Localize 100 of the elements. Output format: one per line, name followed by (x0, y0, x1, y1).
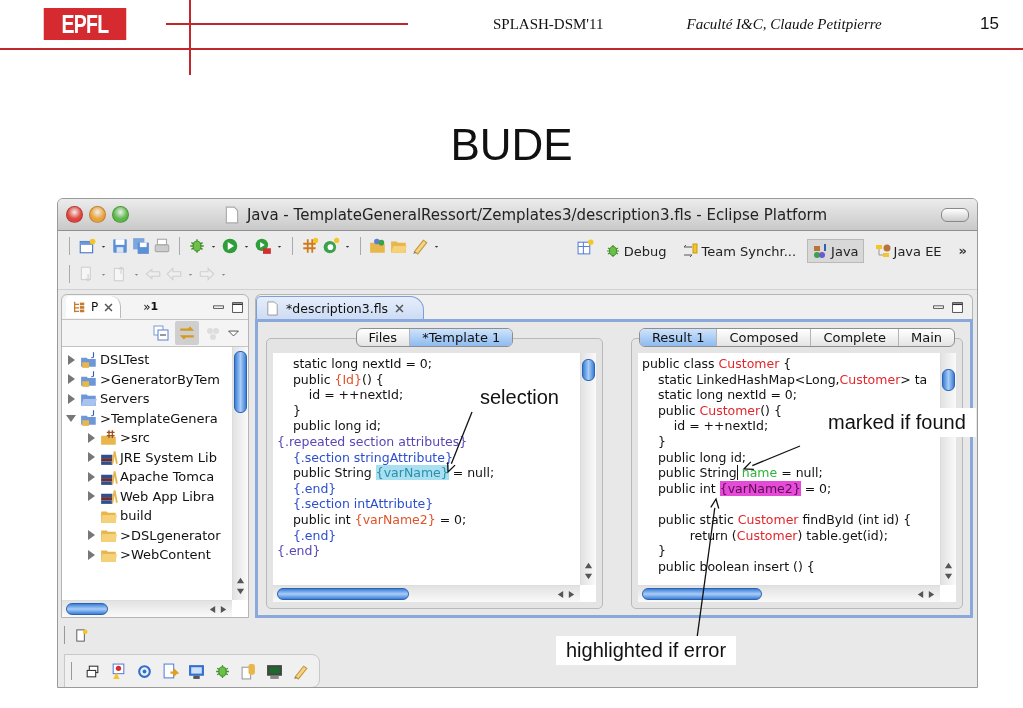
scrollbar-thumb[interactable] (642, 588, 762, 600)
scroll-down-icon[interactable] (944, 572, 953, 581)
terminal-icon[interactable] (266, 662, 283, 680)
scroll-up-icon[interactable] (236, 576, 245, 585)
zoom-light[interactable] (112, 206, 129, 223)
code-line: public {Id}() { (291, 371, 384, 388)
tree-item[interactable]: >WebContent (120, 547, 211, 563)
window-title: Java - TemplateGeneralRessort/Zemplates3/description3.fls - Eclipse Platform (246, 205, 828, 224)
epfl-logo: EPFL (43, 8, 127, 40)
close-light[interactable] (66, 206, 83, 223)
horizontal-scrollbar[interactable] (638, 585, 940, 602)
code-line: static LinkedHashMap<Long,Customer> ta (656, 371, 928, 388)
tree-item[interactable]: >DSLgenerator (120, 527, 221, 543)
tree-view-icon (72, 300, 86, 314)
page-number: 15 (980, 14, 999, 34)
expand-arrow-icon[interactable] (86, 491, 96, 502)
scroll-right-icon[interactable] (219, 604, 228, 614)
scroll-up-icon[interactable] (944, 561, 953, 570)
new-window-icon[interactable] (78, 237, 96, 255)
tree-item[interactable]: Apache Tomca (120, 469, 215, 485)
grid-plus-icon[interactable] (301, 237, 319, 255)
tree-item[interactable]: DSLTest (100, 352, 150, 368)
expand-arrow-icon[interactable] (66, 354, 76, 365)
target-icon[interactable] (136, 662, 153, 680)
pane-tab[interactable]: Composed (717, 329, 812, 346)
vertical-scrollbar[interactable] (232, 347, 248, 600)
minimize-light[interactable] (89, 206, 106, 223)
document-arrow-icon[interactable] (162, 662, 179, 680)
expand-arrow-icon[interactable] (86, 432, 96, 443)
code-line: public Customer() { (656, 402, 782, 419)
perspective-button[interactable]: Java (807, 239, 864, 263)
scrollbar-thumb[interactable] (942, 369, 955, 391)
more-perspectives[interactable]: » (952, 239, 967, 258)
table-plus-icon[interactable] (576, 239, 594, 256)
perspective-button[interactable]: Debug (599, 239, 672, 263)
expand-arrow-icon[interactable] (66, 413, 76, 424)
run-icon[interactable] (221, 237, 239, 255)
scroll-down-icon[interactable] (236, 587, 245, 596)
package-folder-icon (100, 428, 118, 447)
new-view-icon[interactable] (74, 627, 89, 643)
expand-arrow-icon[interactable] (86, 452, 96, 463)
scroll-left-icon[interactable] (208, 604, 217, 614)
scrollbar-thumb[interactable] (234, 351, 247, 413)
tree-item[interactable]: Web App Libra (120, 488, 215, 504)
maximize-icon[interactable] (951, 300, 964, 314)
horizontal-scrollbar[interactable] (273, 585, 580, 602)
scroll-down-icon[interactable] (584, 572, 593, 581)
maximize-icon[interactable] (231, 300, 244, 314)
bean-network-icon (874, 243, 891, 259)
tree-item[interactable]: build (120, 508, 152, 524)
close-icon[interactable] (394, 302, 406, 314)
tree-item[interactable]: Servers (100, 391, 150, 407)
bug-icon[interactable] (214, 662, 231, 680)
code-line: {.end} (291, 527, 337, 544)
pane-tab[interactable]: Complete (811, 329, 900, 346)
expand-arrow-icon[interactable] (66, 393, 76, 404)
oval-button[interactable] (941, 207, 969, 222)
expand-arrow-icon[interactable] (66, 374, 76, 385)
vertical-scrollbar[interactable] (580, 353, 596, 585)
expand-arrow-icon[interactable] (86, 549, 96, 560)
scroll-left-icon[interactable] (916, 589, 925, 599)
code-line: {.section intAttribute} (291, 496, 434, 512)
scrollbar-thumb[interactable] (582, 359, 595, 381)
scrollbar-thumb[interactable] (66, 603, 108, 615)
collapse-all-icon[interactable] (153, 325, 169, 341)
editor-tab[interactable]: *description3.fls (256, 296, 425, 319)
scroll-right-icon[interactable] (927, 589, 936, 599)
scroll-up-icon[interactable] (584, 561, 593, 570)
perspective-button[interactable]: Team Synchr... (677, 239, 802, 263)
tree-item[interactable]: JRE System Lib (120, 449, 217, 465)
tree-item[interactable]: >TemplateGenera (100, 410, 218, 426)
code-line: public String {varName} = null; (291, 465, 495, 481)
scroll-left-icon[interactable] (556, 589, 565, 599)
folder-balls-icon[interactable] (369, 237, 387, 255)
save-all-icon[interactable] (132, 237, 150, 255)
pane-tab[interactable]: *Template 1 (410, 329, 513, 346)
view-tab[interactable]: P (66, 296, 122, 318)
perspective-button[interactable]: Java EE (869, 239, 947, 263)
scroll-right-icon[interactable] (567, 589, 576, 599)
annotation-label: highlighted if error (556, 636, 737, 665)
expand-arrow-icon[interactable] (86, 530, 96, 541)
save-icon[interactable] (111, 237, 129, 255)
code-line: static long nextId = 0; (291, 356, 433, 372)
expand-arrow-icon[interactable] (86, 471, 96, 482)
tree-item[interactable]: >GeneratorByTem (100, 371, 220, 387)
pane-tab[interactable]: Main (899, 329, 955, 346)
monitor-icon[interactable] (188, 662, 205, 680)
close-icon[interactable] (103, 301, 115, 313)
ring-plus-icon[interactable] (322, 237, 340, 255)
pane-tab[interactable]: Result 1 (639, 329, 718, 346)
scrollbar-thumb[interactable] (277, 588, 409, 600)
tree-item[interactable]: >src (120, 430, 150, 446)
bug-icon[interactable] (188, 237, 206, 255)
more-views[interactable]: »1 (127, 300, 159, 314)
code-line: } (291, 402, 301, 419)
horizontal-scrollbar[interactable] (62, 600, 232, 617)
author-name: Faculté I&C, Claude Petitpierre (686, 15, 882, 33)
run-tool-icon[interactable] (254, 237, 272, 255)
printer-icon[interactable] (153, 237, 171, 255)
warning-figure-icon[interactable] (110, 662, 127, 680)
